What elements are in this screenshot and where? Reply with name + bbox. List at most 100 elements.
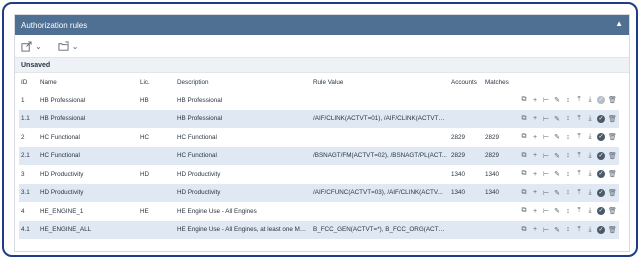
- copy-icon[interactable]: ⧉: [520, 170, 528, 178]
- move-icon[interactable]: ↕: [564, 115, 572, 122]
- folder-menu-button[interactable]: ⌄: [58, 40, 78, 52]
- move-icon[interactable]: ↕: [564, 97, 572, 104]
- move-bottom-icon[interactable]: ⤓: [586, 207, 594, 215]
- table-row[interactable]: 1 HB Professional HB HB Professional ⧉ +…: [19, 91, 619, 110]
- add-child-icon[interactable]: ⊢: [542, 189, 550, 197]
- export-menu-button[interactable]: ⌄: [21, 40, 42, 52]
- move-bottom-icon[interactable]: ⤓: [586, 152, 594, 160]
- cell-id: 4: [21, 207, 25, 215]
- col-lic[interactable]: Lic.: [138, 73, 175, 91]
- trash-icon[interactable]: 🗑: [608, 152, 617, 160]
- move-bottom-icon[interactable]: ⤓: [586, 226, 594, 234]
- status-check-icon[interactable]: ✓: [597, 188, 605, 197]
- table-row[interactable]: 4.1 HE_ENGINE_ALL HE Engine Use - All En…: [19, 220, 619, 239]
- move-bottom-icon[interactable]: ⤓: [586, 115, 594, 123]
- cell-accounts: 1340: [451, 170, 466, 178]
- add-icon[interactable]: +: [531, 226, 539, 233]
- copy-icon[interactable]: ⧉: [520, 189, 528, 197]
- add-child-icon[interactable]: ⊢: [542, 96, 550, 104]
- add-child-icon[interactable]: ⊢: [542, 133, 550, 141]
- move-top-icon[interactable]: ⤒: [575, 96, 583, 104]
- cell-rule-value: [311, 91, 449, 110]
- status-check-icon[interactable]: ✓: [597, 133, 605, 142]
- collapse-chevron-icon[interactable]: ▲: [615, 19, 623, 28]
- move-icon[interactable]: ↕: [564, 208, 572, 215]
- trash-icon[interactable]: 🗑: [608, 133, 617, 141]
- col-rule-value[interactable]: Rule Value: [311, 73, 449, 91]
- copy-icon[interactable]: ⧉: [520, 152, 528, 160]
- cell-name: HD Productivity: [40, 170, 84, 178]
- col-id[interactable]: ID: [19, 73, 38, 91]
- move-top-icon[interactable]: ⤒: [575, 226, 583, 234]
- add-icon[interactable]: +: [531, 208, 539, 215]
- table-row[interactable]: 2 HC Functional HC HC Functional 2829 28…: [19, 128, 619, 147]
- copy-icon[interactable]: ⧉: [520, 133, 528, 141]
- add-child-icon[interactable]: ⊢: [542, 207, 550, 215]
- add-child-icon[interactable]: ⊢: [542, 152, 550, 160]
- edit-icon[interactable]: ✎: [553, 152, 561, 160]
- move-bottom-icon[interactable]: ⤓: [586, 170, 594, 178]
- trash-icon[interactable]: 🗑: [608, 170, 617, 178]
- move-icon[interactable]: ↕: [564, 189, 572, 196]
- add-icon[interactable]: +: [531, 134, 539, 141]
- move-top-icon[interactable]: ⤒: [575, 133, 583, 141]
- trash-icon[interactable]: 🗑: [608, 207, 617, 215]
- edit-icon[interactable]: ✎: [553, 133, 561, 141]
- status-check-icon[interactable]: ✓: [597, 114, 605, 123]
- cell-lic: HC: [140, 133, 150, 141]
- move-icon[interactable]: ↕: [564, 171, 572, 178]
- copy-icon[interactable]: ⧉: [520, 226, 528, 234]
- trash-icon[interactable]: 🗑: [608, 115, 617, 123]
- copy-icon[interactable]: ⧉: [520, 96, 528, 104]
- move-icon[interactable]: ↕: [564, 226, 572, 233]
- col-name[interactable]: Name: [38, 73, 138, 91]
- col-accounts[interactable]: Accounts: [449, 73, 483, 91]
- cell-accounts: [449, 91, 483, 110]
- edit-icon[interactable]: ✎: [553, 170, 561, 178]
- add-icon[interactable]: +: [531, 97, 539, 104]
- add-icon[interactable]: +: [531, 115, 539, 122]
- status-check-icon[interactable]: ✓: [597, 151, 605, 160]
- trash-icon[interactable]: 🗑: [608, 189, 617, 197]
- edit-icon[interactable]: ✎: [553, 115, 561, 123]
- add-child-icon[interactable]: ⊢: [542, 115, 550, 123]
- move-icon[interactable]: ↕: [564, 152, 572, 159]
- table-row[interactable]: 3 HD Productivity HD HD Productivity 134…: [19, 165, 619, 184]
- move-top-icon[interactable]: ⤒: [575, 170, 583, 178]
- move-top-icon[interactable]: ⤒: [575, 207, 583, 215]
- cell-actions: ⧉ + ⊢ ✎ ↕ ⤒ ⤓ ✓ 🗑: [518, 91, 619, 110]
- trash-icon[interactable]: 🗑: [608, 226, 617, 234]
- edit-icon[interactable]: ✎: [553, 96, 561, 104]
- col-matches[interactable]: Matches: [483, 73, 518, 91]
- status-check-icon[interactable]: ✓: [597, 207, 605, 216]
- add-child-icon[interactable]: ⊢: [542, 226, 550, 234]
- table-row[interactable]: 4 HE_ENGINE_1 HE HE Engine Use - All Eng…: [19, 202, 619, 221]
- move-bottom-icon[interactable]: ⤓: [586, 96, 594, 104]
- status-check-icon[interactable]: ✓: [597, 225, 605, 234]
- table-row[interactable]: 2.1 HC Functional HC Functional /BSNAGT/…: [19, 146, 619, 165]
- copy-icon[interactable]: ⧉: [520, 207, 528, 215]
- move-top-icon[interactable]: ⤒: [575, 189, 583, 197]
- cell-actions: ⧉ + ⊢ ✎ ↕ ⤒ ⤓ ✓ 🗑: [518, 202, 619, 221]
- move-bottom-icon[interactable]: ⤓: [586, 189, 594, 197]
- add-icon[interactable]: +: [531, 189, 539, 196]
- move-top-icon[interactable]: ⤒: [575, 115, 583, 123]
- trash-icon[interactable]: 🗑: [608, 96, 617, 104]
- move-bottom-icon[interactable]: ⤓: [586, 133, 594, 141]
- move-top-icon[interactable]: ⤒: [575, 152, 583, 160]
- add-icon[interactable]: +: [531, 152, 539, 159]
- edit-icon[interactable]: ✎: [553, 189, 561, 197]
- cell-matches: [483, 91, 518, 110]
- table-row[interactable]: 3.1 HD Productivity HD Productivity /AIF…: [19, 183, 619, 202]
- edit-icon[interactable]: ✎: [553, 226, 561, 234]
- table-row[interactable]: 1.1 HB Professional HB Professional /AIF…: [19, 109, 619, 128]
- col-description[interactable]: Description: [175, 73, 311, 91]
- move-icon[interactable]: ↕: [564, 134, 572, 141]
- status-check-icon[interactable]: ✓: [597, 96, 605, 105]
- panel-header[interactable]: Authorization rules ▲: [15, 15, 629, 35]
- add-child-icon[interactable]: ⊢: [542, 170, 550, 178]
- edit-icon[interactable]: ✎: [553, 207, 561, 215]
- add-icon[interactable]: +: [531, 171, 539, 178]
- status-check-icon[interactable]: ✓: [597, 170, 605, 179]
- copy-icon[interactable]: ⧉: [520, 115, 528, 123]
